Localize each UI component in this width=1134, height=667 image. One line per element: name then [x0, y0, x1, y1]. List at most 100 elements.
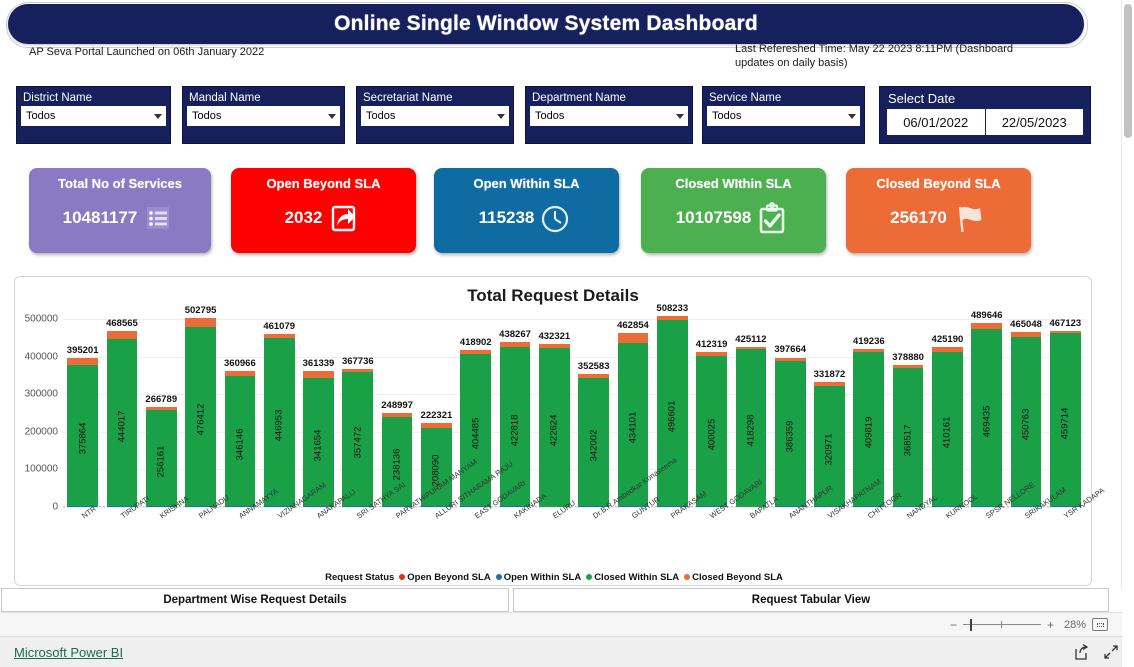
date-end-input[interactable]: 22/05/2023	[985, 109, 1083, 135]
zoom-in-button[interactable]: +	[1047, 618, 1054, 632]
slicer-secretariat-name[interactable]: Secretariat Name Todos	[356, 86, 514, 144]
bar-total-label: 419236	[852, 336, 885, 348]
scrollbar-thumb[interactable]	[1124, 4, 1132, 138]
bar-inner-label: 422818	[509, 414, 521, 446]
bar-total-label: 361339	[302, 358, 335, 370]
kpi-title: Open Within SLA	[473, 176, 580, 191]
bar-total-label: 412319	[695, 338, 728, 350]
chevron-down-icon[interactable]	[497, 113, 505, 119]
bar-inner-label: 446953	[273, 409, 285, 442]
clock-icon	[536, 199, 574, 237]
kpi-card-closed-beyond-sla[interactable]: Closed Beyond SLA 256170	[846, 168, 1031, 253]
chart-bar[interactable]: 352583 342002	[578, 319, 609, 507]
zoom-out-button[interactable]: −	[950, 618, 957, 632]
slicer-select-date[interactable]: Select Date 06/01/2022 22/05/2023	[879, 86, 1091, 144]
slicer-dropdown[interactable]: Todos	[187, 106, 340, 126]
slicer-dropdown[interactable]: Todos	[21, 106, 166, 126]
chevron-down-icon[interactable]	[848, 113, 856, 119]
chevron-down-icon[interactable]	[154, 113, 162, 119]
date-slicer-label: Select Date	[888, 91, 956, 106]
slicer-department-name[interactable]: Department Name Todos	[525, 86, 693, 144]
bar-segment	[892, 364, 924, 368]
chart-bar[interactable]: 378880 368517	[892, 319, 924, 507]
kpi-value: 115238	[478, 208, 535, 227]
chart-bar[interactable]: 331872 320971	[814, 319, 845, 507]
kpi-card-open-within-sla[interactable]: Open Within SLA 115238	[434, 168, 619, 253]
slicer-value: Todos	[535, 110, 565, 122]
fullscreen-icon[interactable]	[1102, 643, 1120, 661]
bar-inner-label: 368517	[902, 424, 914, 457]
chart-bar[interactable]: 361339 341654	[303, 319, 334, 507]
zoom-slider[interactable]	[962, 618, 1041, 631]
chevron-down-icon[interactable]	[328, 113, 336, 119]
y-axis-tick-label: 0	[52, 501, 58, 513]
chart-title: Total Request Details	[467, 286, 639, 305]
chart-bar[interactable]: 248997 238136	[381, 319, 413, 507]
chevron-down-icon[interactable]	[676, 113, 684, 119]
slicer-value: Todos	[26, 110, 56, 122]
legend-item[interactable]: Closed Within SLA	[586, 572, 679, 583]
slicer-label: Department Name	[532, 92, 626, 104]
chart-bar[interactable]: 467123 459714	[1049, 318, 1081, 507]
bar-inner-label: 450763	[1020, 408, 1032, 441]
chart-bar[interactable]: 425112 418298	[735, 319, 766, 507]
chart-bar[interactable]: 425190 410161	[932, 319, 963, 507]
slicer-service-name[interactable]: Service Name Todos	[702, 86, 865, 144]
legend-item[interactable]: Open Beyond SLA	[399, 572, 491, 583]
chart-bar[interactable]: 465048 450763	[1010, 319, 1042, 507]
kpi-card-open-beyond-sla[interactable]: Open Beyond SLA 2032	[231, 168, 416, 253]
list-icon	[139, 199, 177, 237]
chart-legend[interactable]: Request Status Open Beyond SLA Open Within…	[15, 572, 1093, 583]
bar-segment	[460, 349, 492, 355]
tab-request-tabular-view[interactable]: Request Tabular View	[513, 588, 1109, 612]
chart-bar[interactable]: 419236 409819	[852, 319, 885, 507]
chart-bar[interactable]: 438267 422818	[499, 319, 531, 507]
chart-bar[interactable]: 367736 357472	[341, 319, 374, 507]
page-title: Online Single Window System Dashboard	[334, 12, 758, 35]
kpi-value: 2032	[284, 208, 323, 227]
chart-bar[interactable]: 395201 375864	[67, 319, 98, 507]
zoom-slider-thumb[interactable]	[969, 618, 972, 631]
dashboard-title-banner: Online Single Window System Dashboard	[8, 4, 1084, 44]
y-axis-tick-label: 200000	[24, 426, 58, 438]
slicer-value: Todos	[366, 110, 396, 122]
bar-total-label: 397664	[774, 344, 807, 356]
chart-bar[interactable]: 397664 386359	[774, 319, 807, 507]
microsoft-power-bi-link[interactable]: Microsoft Power BI	[14, 645, 123, 660]
share-arrow-icon	[324, 199, 362, 237]
chart-bar[interactable]: 360966 346146	[224, 319, 256, 507]
slicer-dropdown[interactable]: Todos	[530, 106, 688, 126]
date-start-input[interactable]: 06/01/2022	[887, 109, 986, 135]
chart-bar[interactable]: 489646 469435	[971, 310, 1003, 507]
zoom-slider-tick	[1000, 620, 1002, 628]
slicer-label: Mandal Name	[189, 92, 261, 104]
slicer-mandal-name[interactable]: Mandal Name Todos	[182, 86, 345, 144]
y-axis-tick-label: 100000	[24, 463, 58, 475]
chart-bar[interactable]: 266789 256161	[145, 319, 177, 507]
bar-segment	[303, 371, 334, 378]
legend-item[interactable]: Closed Beyond SLA	[684, 572, 783, 583]
legend-color-dot	[586, 574, 593, 581]
legend-color-dot	[495, 574, 502, 581]
slicer-dropdown[interactable]: Todos	[707, 106, 860, 126]
chart-bar[interactable]: 432321 422624	[538, 319, 570, 507]
chart-bar[interactable]: 508233 496601	[656, 303, 688, 507]
vertical-scrollbar[interactable]	[1122, 0, 1134, 667]
fit-to-page-icon[interactable]	[1092, 618, 1108, 631]
bar-total-label: 367736	[341, 355, 374, 367]
kpi-card-closed-within-sla[interactable]: Closed WIthin SLA 10107598	[641, 168, 826, 253]
slicer-district-name[interactable]: District Name Todos	[16, 86, 171, 144]
share-icon[interactable]	[1072, 643, 1090, 661]
bar-segment	[853, 349, 885, 353]
chart-bar[interactable]: 468565 444017	[106, 318, 138, 507]
tab-department-wise-request-details[interactable]: Department Wise Request Details	[1, 588, 509, 612]
chart-total-request-details[interactable]: Total Request Details 0 100000 200000 30000…	[14, 276, 1106, 586]
bar-inner-label: 320971	[823, 433, 835, 466]
chart-bar[interactable]: 412319 400025	[696, 319, 727, 507]
chart-bar[interactable]: 502795 476412	[185, 305, 216, 507]
slicer-dropdown[interactable]: Todos	[361, 106, 509, 126]
bar-segment	[499, 342, 531, 348]
legend-item[interactable]: Open Within SLA	[495, 572, 581, 583]
chart-bar[interactable]: 461079 446953	[263, 319, 295, 507]
kpi-card-total-no-of-services[interactable]: Total No of Services 10481177	[29, 168, 211, 253]
